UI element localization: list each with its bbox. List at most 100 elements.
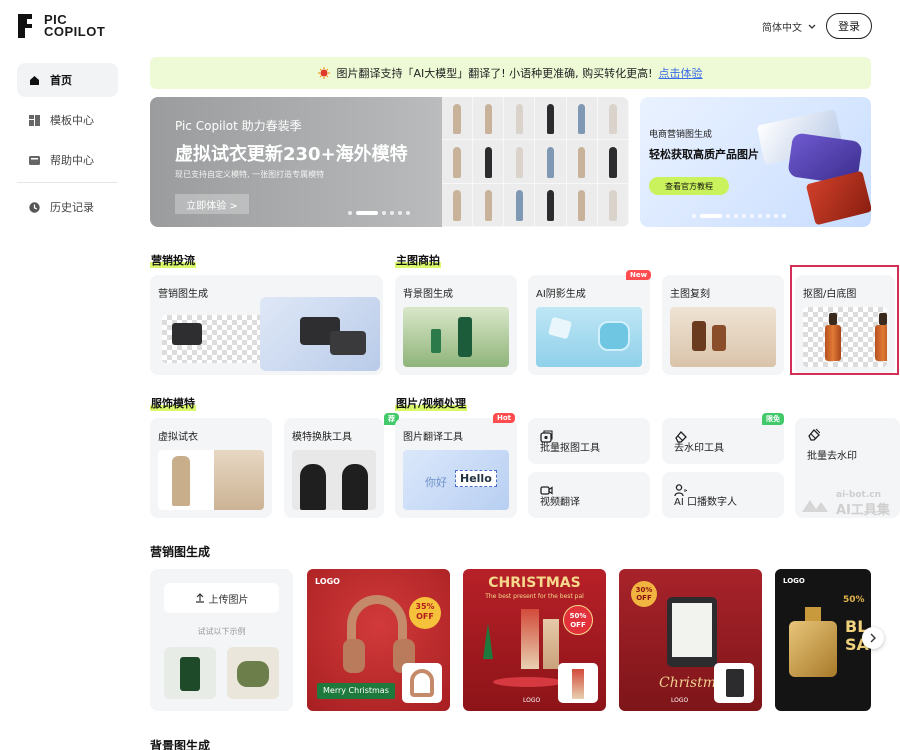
sidebar-item-home[interactable]: 首页 bbox=[17, 63, 118, 97]
section-title-apparel: 服饰模特 bbox=[150, 395, 196, 411]
sidebar-item-label: 帮助中心 bbox=[50, 154, 94, 167]
section-title-background-gen: 背景图生成 bbox=[150, 739, 211, 750]
banner-title: 虚拟试衣更新230+海外模特 bbox=[175, 144, 408, 165]
brand-wordmark: PIC COPILOT bbox=[44, 12, 106, 39]
brand-logo-text: LOGO bbox=[315, 577, 340, 586]
plant-scene-image bbox=[403, 307, 509, 367]
section-title-marketing-gen: 营销图生成 bbox=[150, 545, 211, 559]
announcement-text: 图片翻译支持「AI大模型」翻译了! 小语种更准确, 购买转化更高! bbox=[336, 67, 653, 80]
tool-card-background-generation[interactable]: 背景图生成 bbox=[395, 275, 517, 375]
tool-label: AI阴影生成 bbox=[536, 289, 586, 300]
watermark-logo: ai-bot.cn AI工具集 bbox=[800, 490, 890, 518]
tool-label: 主图复刻 bbox=[670, 289, 710, 300]
caption-banner: Merry Christmas bbox=[317, 683, 395, 699]
sidebar-item-templates[interactable]: 模板中心 bbox=[17, 103, 118, 137]
tool-card-virtual-tryon[interactable]: 虚拟试衣 bbox=[150, 418, 272, 518]
language-label: 简体中文 bbox=[762, 23, 802, 34]
carousel-dots[interactable] bbox=[692, 214, 786, 218]
tool-card-main-image-copy[interactable]: 主图复刻 bbox=[662, 275, 784, 375]
tool-label: 营销图生成 bbox=[158, 289, 208, 300]
ereader-image bbox=[667, 597, 717, 667]
section-title-image-video: 图片/视频处理 bbox=[395, 395, 468, 411]
announcement-link[interactable]: 点击体验 bbox=[659, 65, 703, 81]
tool-video-translate[interactable]: 视频翻译 bbox=[528, 472, 650, 518]
sample-perfume-image[interactable] bbox=[164, 647, 216, 699]
robot-icon bbox=[802, 500, 828, 512]
discount-badge: 50% bbox=[843, 595, 865, 605]
banner-try-button[interactable]: 立即体验 > bbox=[175, 194, 249, 214]
upload-panel: 上传图片 试试以下示例 bbox=[150, 569, 293, 711]
brand-logo[interactable]: PIC COPILOT bbox=[18, 12, 106, 39]
tool-label: 去水印工具 bbox=[674, 443, 724, 454]
translated-text-sample: Hello bbox=[455, 470, 497, 487]
home-icon bbox=[30, 75, 39, 85]
upload-label: 上传图片 bbox=[208, 594, 249, 606]
template-icon bbox=[29, 114, 40, 126]
selection-highlight bbox=[790, 265, 899, 375]
login-button[interactable]: 登录 bbox=[826, 13, 872, 39]
hero-banner-marketing[interactable]: 电商营销图生成 轻松获取高质产品图片 查看官方教程 bbox=[640, 97, 871, 227]
logo-mark-icon bbox=[18, 14, 38, 38]
gallery-card-lipstick[interactable]: CHRISTMAS The best present for the best … bbox=[463, 569, 606, 711]
gallery-card-ereader[interactable]: 30% OFF Christmas LOGO bbox=[619, 569, 762, 711]
sample-chair-image[interactable] bbox=[227, 647, 279, 699]
gallery-next-button[interactable] bbox=[862, 627, 884, 649]
tool-label: 图片翻译工具 bbox=[403, 432, 463, 443]
product-thumbnail bbox=[558, 663, 598, 703]
section-title-marketing: 营销投流 bbox=[150, 252, 196, 268]
sidebar-item-label: 首页 bbox=[50, 74, 72, 87]
sidebar-item-history[interactable]: 历史记录 bbox=[17, 190, 118, 224]
tool-label: 视频翻译 bbox=[540, 497, 580, 508]
language-selector[interactable]: 简体中文 bbox=[762, 19, 816, 34]
banner-title: 轻松获取高质产品图片 bbox=[649, 148, 759, 161]
hero-banner-virtual-tryon[interactable]: Pic Copilot 助力春装季 虚拟试衣更新230+海外模特 现已支持自定义… bbox=[150, 97, 629, 227]
tool-label: 模特换肤工具 bbox=[292, 432, 352, 443]
chevron-down-icon bbox=[808, 24, 816, 29]
firecracker-icon bbox=[318, 67, 331, 79]
banner-subtitle: 电商营销图生成 bbox=[649, 130, 713, 140]
new-badge: New bbox=[626, 270, 652, 280]
carousel-dots[interactable] bbox=[348, 211, 410, 215]
tool-label: 虚拟试衣 bbox=[158, 432, 198, 443]
tool-card-model-swap[interactable]: 荐 模特换肤工具 bbox=[284, 413, 399, 518]
tool-ai-digital-human[interactable]: AI 口播数字人 bbox=[662, 472, 784, 518]
tool-label: 批量去水印 bbox=[807, 451, 857, 462]
sidebar-item-help[interactable]: 帮助中心 bbox=[17, 143, 118, 177]
tool-card-image-translate[interactable]: Hot 图片翻译工具 你好 Hello bbox=[395, 413, 517, 518]
section-title-main-image: 主图商拍 bbox=[395, 252, 441, 268]
sidebar-item-label: 历史记录 bbox=[50, 201, 94, 214]
help-icon bbox=[29, 155, 40, 165]
model-photo-grid bbox=[442, 97, 629, 227]
tutorial-button[interactable]: 查看官方教程 bbox=[649, 177, 729, 195]
tool-card-ai-shadow[interactable]: New AI阴影生成 bbox=[528, 270, 652, 375]
tool-label: 背景图生成 bbox=[403, 289, 453, 300]
banner-description: 现已支持自定义模特, 一张图打造专属模特 bbox=[175, 170, 325, 179]
brand-logo-text: LOGO bbox=[523, 697, 541, 704]
gallery-card-headphones[interactable]: LOGO 35% OFF Merry Christmas bbox=[307, 569, 450, 711]
chevron-right-icon bbox=[870, 633, 876, 643]
gallery-subline: The best present for the best pal bbox=[485, 593, 584, 600]
discount-badge: 35% OFF bbox=[409, 597, 441, 629]
discount-badge: 50% OFF bbox=[563, 605, 593, 635]
brand-logo-text: LOGO bbox=[783, 577, 805, 585]
history-icon bbox=[29, 201, 40, 213]
upload-image-button[interactable]: 上传图片 bbox=[164, 583, 279, 613]
tool-card-marketing-image[interactable]: 营销图生成 bbox=[150, 275, 383, 375]
product-thumbnail bbox=[714, 663, 754, 703]
tryon-sample-image bbox=[158, 450, 264, 510]
lipstick-image bbox=[521, 609, 539, 669]
brand-logo-text: LOGO bbox=[671, 697, 689, 704]
perfume-bottle-image bbox=[789, 607, 837, 677]
camera-cutout-image bbox=[162, 315, 273, 363]
product-thumbnail bbox=[402, 663, 442, 703]
hot-badge: Hot bbox=[493, 413, 516, 423]
tool-batch-cutout[interactable]: 批量抠图工具 bbox=[528, 418, 650, 464]
sidebar-item-label: 模板中心 bbox=[50, 114, 94, 127]
bottles-scene-image bbox=[670, 307, 776, 367]
free-badge: 限免 bbox=[762, 413, 784, 425]
model-swap-image bbox=[292, 450, 376, 510]
gallery-card-perfume[interactable]: LOGO 50% BL SA bbox=[775, 569, 871, 711]
tool-watermark-removal[interactable]: 限免 去水印工具 bbox=[662, 413, 784, 464]
batch-eraser-icon bbox=[808, 428, 820, 441]
banner-subtitle: Pic Copilot 助力春装季 bbox=[175, 119, 302, 133]
